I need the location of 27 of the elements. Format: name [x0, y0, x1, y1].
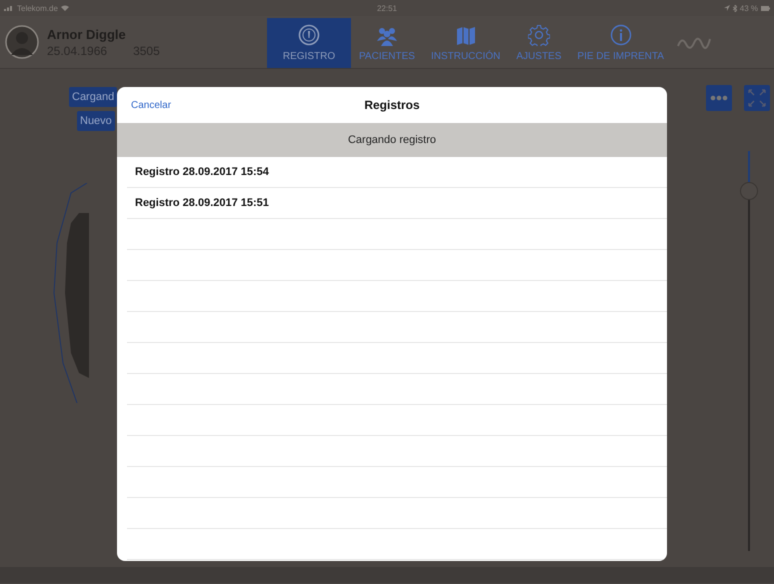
more-icon [710, 95, 728, 101]
fullscreen-button[interactable] [744, 85, 770, 111]
load-button[interactable]: Cargand [69, 87, 118, 107]
section-header: Cargando registro [117, 123, 667, 157]
record-item[interactable]: Registro 28.09.2017 15:51 [127, 197, 269, 209]
map-icon [456, 26, 476, 46]
bluetooth-icon [732, 4, 737, 12]
cancel-button[interactable]: Cancelar [131, 100, 172, 110]
battery-percent: 43 % [740, 4, 758, 12]
expand-icon [747, 88, 767, 108]
people-icon [374, 26, 399, 46]
wifi-icon [60, 5, 69, 11]
clock-time: 22:51 [376, 4, 398, 12]
record-item[interactable]: Registro 28.09.2017 15:54 [127, 166, 269, 178]
info-icon [610, 24, 632, 46]
avatar-icon [5, 25, 39, 59]
signal-icon [4, 5, 14, 11]
slider-thumb[interactable] [740, 182, 758, 200]
battery-icon [761, 6, 770, 10]
carrier-name: Telekom.de [17, 4, 58, 12]
vertical-slider[interactable] [740, 151, 758, 551]
settings-icon [528, 24, 550, 46]
new-button[interactable]: Nuevo [77, 111, 115, 131]
more-button[interactable] [706, 85, 732, 111]
location-icon [724, 5, 730, 11]
dialog-title: Registros [364, 98, 420, 112]
nav-tab[interactable]: REGISTRO [267, 18, 351, 68]
